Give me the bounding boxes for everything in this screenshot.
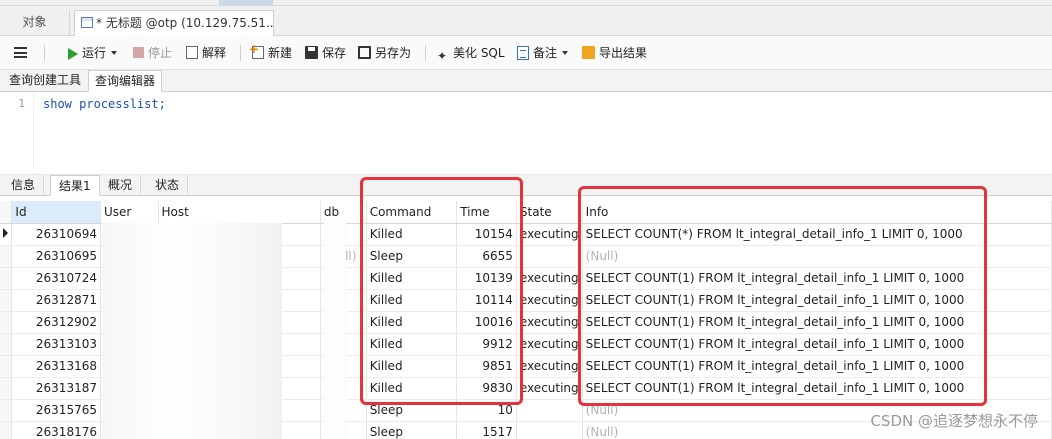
line-gutter: 1 — [0, 92, 34, 170]
run-button[interactable]: 运行 — [68, 44, 118, 62]
row-indicator[interactable] — [0, 355, 13, 378]
cell-id[interactable]: 26318176 — [11, 421, 101, 439]
row-indicator[interactable] — [0, 333, 13, 356]
cell-id[interactable]: 26312871 — [11, 289, 101, 312]
row-indicator[interactable] — [0, 223, 13, 246]
query-icon — [81, 17, 93, 28]
export-icon — [582, 46, 595, 59]
save-icon — [305, 46, 318, 59]
run-label: 运行 — [82, 46, 107, 60]
hamburger-icon — [14, 47, 27, 58]
cell-state[interactable]: executing — [516, 333, 583, 356]
cell-id[interactable]: 26315765 — [11, 399, 101, 422]
save-as-icon — [358, 46, 371, 59]
sql-editor[interactable]: 1 show processlist; — [0, 92, 1052, 170]
toolbar-divider — [240, 45, 241, 61]
tab-overview[interactable]: 概况 — [100, 175, 142, 196]
new-button[interactable]: 新建 — [249, 40, 293, 62]
cell-state[interactable]: executing — [516, 223, 583, 246]
row-indicator[interactable] — [0, 267, 13, 290]
tab-status[interactable]: 状态 — [147, 175, 189, 196]
watermark: CSDN @追逐梦想永不停 — [870, 412, 1038, 430]
stop-icon — [133, 47, 144, 58]
tab-query-untitled[interactable]: * 无标题 @otp (10.129.75.51... — [74, 10, 274, 36]
highlight-box-command-time — [360, 177, 523, 405]
row-indicator[interactable] — [0, 245, 13, 268]
column-header-host[interactable]: Host — [158, 201, 321, 224]
beautify-sql-button[interactable]: ✦ 美化 SQL — [435, 44, 505, 63]
line-number: 1 — [18, 97, 25, 110]
note-button[interactable]: 备注 — [517, 44, 569, 62]
column-header-user[interactable]: User — [100, 201, 159, 224]
explain-button[interactable]: 解释 — [186, 44, 226, 62]
query-toolbar: 运行 停止 解释 新建 保存 另存为 ✦ 美化 SQL 备注 导出结果 — [0, 36, 1052, 70]
explain-icon — [186, 46, 198, 59]
stop-button[interactable]: 停止 — [133, 44, 172, 62]
cell-state[interactable]: executing — [516, 267, 583, 290]
redacted-area — [102, 223, 282, 439]
cell-id[interactable]: 26310724 — [11, 267, 101, 290]
save-as-label: 另存为 — [375, 46, 412, 60]
cell-id[interactable]: 26312902 — [11, 311, 101, 334]
chevron-down-icon[interactable] — [111, 51, 118, 55]
cell-id[interactable]: 26313168 — [11, 355, 101, 378]
highlight-box-info — [578, 186, 987, 406]
cell-command[interactable]: Sleep — [366, 421, 458, 439]
row-indicator[interactable] — [0, 399, 13, 422]
magic-wand-icon: ✦ — [436, 49, 448, 63]
note-label: 备注 — [533, 46, 558, 60]
row-indicator[interactable] — [0, 311, 13, 334]
cell-state[interactable] — [516, 245, 583, 268]
menu-button[interactable] — [14, 44, 31, 62]
row-indicator[interactable] — [0, 377, 13, 400]
tab-query-editor[interactable]: 查询编辑器 — [88, 70, 163, 92]
explain-label: 解释 — [202, 46, 227, 60]
tab-objects[interactable]: 对象 — [0, 10, 70, 36]
window-tab-bar: 对象 * 无标题 @otp (10.129.75.51... — [0, 6, 1052, 36]
editor-mode-tabs: 查询创建工具 查询编辑器 — [0, 70, 1052, 92]
tab-query-title: * 无标题 @otp (10.129.75.51... — [96, 16, 274, 30]
tab-result1[interactable]: 结果1 — [50, 175, 100, 196]
note-icon — [517, 46, 529, 60]
export-results-button[interactable]: 导出结果 — [582, 44, 647, 62]
sql-code[interactable]: show processlist; — [43, 97, 166, 111]
new-label: 新建 — [268, 46, 293, 60]
row-indicator-header — [0, 201, 13, 224]
new-file-icon — [249, 40, 264, 59]
column-header-id[interactable]: Id — [11, 201, 101, 224]
cell-time[interactable]: 1517 — [456, 421, 517, 439]
column-header-state[interactable]: State — [516, 201, 583, 224]
tab-query-builder[interactable]: 查询创建工具 — [3, 70, 87, 92]
cell-id[interactable]: 26310695 — [11, 245, 101, 268]
save-button[interactable]: 保存 — [305, 44, 346, 62]
save-label: 保存 — [322, 46, 347, 60]
cell-id[interactable]: 26313187 — [11, 377, 101, 400]
row-indicator[interactable] — [0, 289, 13, 312]
cell-id[interactable]: 26313103 — [11, 333, 101, 356]
tab-info[interactable]: 信息 — [3, 175, 45, 196]
cell-state[interactable]: executing — [516, 289, 583, 312]
chevron-down-icon[interactable] — [562, 51, 569, 55]
redacted-area — [324, 223, 346, 439]
cell-state[interactable] — [516, 421, 583, 439]
play-icon — [68, 48, 78, 60]
row-indicator[interactable] — [0, 421, 13, 439]
toolbar-divider — [425, 45, 426, 61]
cell-state[interactable]: executing — [516, 377, 583, 400]
cell-state[interactable] — [516, 399, 583, 422]
beautify-label: 美化 SQL — [453, 46, 505, 60]
stop-label: 停止 — [148, 46, 173, 60]
toolbar-divider — [44, 45, 45, 61]
current-row-pointer-icon — [3, 228, 8, 238]
export-label: 导出结果 — [599, 46, 648, 60]
cell-state[interactable]: executing — [516, 355, 583, 378]
cell-state[interactable]: executing — [516, 311, 583, 334]
cell-id[interactable]: 26310694 — [11, 223, 101, 246]
save-as-button[interactable]: 另存为 — [358, 44, 411, 62]
